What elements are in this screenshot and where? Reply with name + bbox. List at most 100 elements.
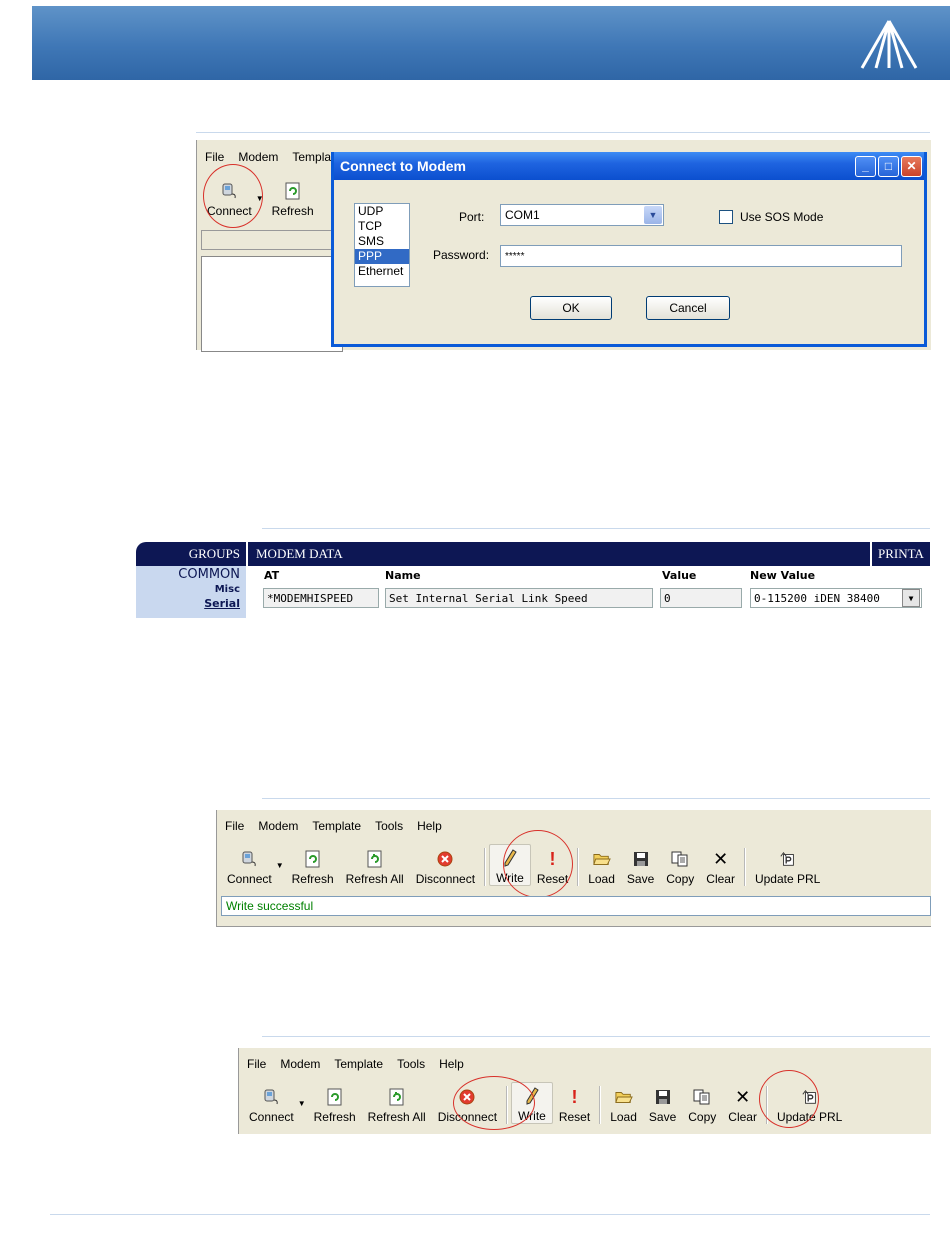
groups-column: COMMON Misc Serial xyxy=(136,566,246,618)
protocol-item-udp[interactable]: UDP xyxy=(355,204,409,219)
modem-data-header: MODEM DATA xyxy=(248,542,870,566)
app-client-area xyxy=(201,256,343,352)
floppy-disk-icon xyxy=(632,850,650,868)
clear-button[interactable]: ✕ Clear xyxy=(722,1084,763,1125)
app-menubar: File Modem Templat xyxy=(205,150,334,164)
refresh-button[interactable]: Refresh xyxy=(308,1084,362,1124)
refresh-icon xyxy=(326,1088,344,1106)
new-value-select[interactable]: 0-115200 iDEN 38400 ▼ xyxy=(750,588,922,608)
connect-label: Connect xyxy=(227,872,272,886)
protocol-item-sms[interactable]: SMS xyxy=(355,234,409,249)
group-serial[interactable]: Serial xyxy=(136,597,240,611)
menu-template[interactable]: Template xyxy=(312,819,361,833)
refresh-label: Refresh xyxy=(313,1110,356,1124)
password-field[interactable]: ***** xyxy=(500,245,902,267)
status-field xyxy=(201,230,343,250)
value-cell: 0 xyxy=(660,588,742,608)
update-prl-button[interactable]: Update PRL xyxy=(749,846,826,886)
refresh-icon xyxy=(304,850,322,868)
menu-file[interactable]: File xyxy=(225,819,244,833)
refresh-all-button[interactable]: Refresh All xyxy=(340,846,410,886)
group-common[interactable]: COMMON xyxy=(136,566,240,583)
divider-line xyxy=(262,528,930,529)
connect-button[interactable]: Connect xyxy=(243,1084,300,1124)
minimize-icon[interactable]: _ xyxy=(855,155,876,177)
refresh-button[interactable]: Refresh xyxy=(266,178,320,218)
column-header-name: Name xyxy=(385,569,421,582)
update-prl-icon xyxy=(779,850,797,868)
connect-icon xyxy=(240,850,258,868)
groups-header: GROUPS xyxy=(136,542,246,566)
screenshot-disconnect-toolbar: File Modem Template Tools Help Connect ▼… xyxy=(238,1048,931,1134)
modem-data-table: GROUPS MODEM DATA PRINTA COMMON Misc Ser… xyxy=(136,542,930,618)
ok-button[interactable]: OK xyxy=(530,296,612,320)
save-button[interactable]: Save xyxy=(643,1084,682,1124)
reset-button[interactable]: ! Reset xyxy=(553,1084,596,1125)
value-value: 0 xyxy=(664,591,671,605)
copy-button[interactable]: Copy xyxy=(682,1084,722,1124)
highlight-circle-connect xyxy=(203,164,263,228)
refresh-all-icon xyxy=(366,850,384,868)
at-command-value: *MODEMHISPEED xyxy=(267,591,354,605)
toolbar-separator xyxy=(743,848,746,886)
chevron-down-icon[interactable]: ▼ xyxy=(644,206,662,224)
protocol-item-tcp[interactable]: TCP xyxy=(355,219,409,234)
floppy-disk-icon xyxy=(654,1088,672,1106)
exclamation-icon: ! xyxy=(571,1086,578,1107)
menu-modem[interactable]: Modem xyxy=(258,819,298,833)
name-value: Set Internal Serial Link Speed xyxy=(389,591,588,605)
save-button[interactable]: Save xyxy=(621,846,660,886)
menu-template[interactable]: Templat xyxy=(292,150,334,164)
maximize-icon[interactable]: □ xyxy=(878,155,899,177)
x-mark-icon: ✕ xyxy=(713,848,729,869)
copy-icon xyxy=(671,850,689,868)
close-icon[interactable]: ✕ xyxy=(901,155,922,177)
copy-button[interactable]: Copy xyxy=(660,846,700,886)
group-misc[interactable]: Misc xyxy=(136,583,240,597)
refresh-all-button[interactable]: Refresh All xyxy=(362,1084,432,1124)
disconnect-label: Disconnect xyxy=(415,872,476,886)
update-prl-label: Update PRL xyxy=(754,872,821,886)
sos-label: Use SOS Mode xyxy=(740,210,824,224)
clear-label: Clear xyxy=(706,872,735,886)
divider-line xyxy=(262,798,930,799)
port-select[interactable]: COM1 ▼ xyxy=(500,204,664,226)
groups-header-label: GROUPS xyxy=(188,546,240,561)
menu-help[interactable]: Help xyxy=(417,819,442,833)
menu-template[interactable]: Template xyxy=(334,1057,383,1071)
menu-file[interactable]: File xyxy=(247,1057,266,1071)
refresh-button[interactable]: Refresh xyxy=(286,846,340,886)
app-toolbar: Connect ▼ Refresh Refresh All Disconnect… xyxy=(243,1082,848,1124)
refresh-label: Refresh xyxy=(271,204,314,218)
protocol-item-ethernet[interactable]: Ethernet xyxy=(355,264,409,279)
connect-dropdown-icon[interactable]: ▼ xyxy=(276,861,284,870)
menu-tools[interactable]: Tools xyxy=(397,1057,425,1071)
protocol-list[interactable]: UDP TCP SMS PPP Ethernet xyxy=(354,203,410,287)
connect-button[interactable]: Connect xyxy=(221,846,278,886)
load-button[interactable]: Load xyxy=(604,1084,643,1124)
menu-help[interactable]: Help xyxy=(439,1057,464,1071)
menu-tools[interactable]: Tools xyxy=(375,819,403,833)
status-message: Write successful xyxy=(226,899,314,913)
highlight-circle-clear xyxy=(759,1070,819,1128)
port-label: Port: xyxy=(459,210,485,224)
load-button[interactable]: Load xyxy=(582,846,621,886)
chevron-down-icon[interactable]: ▼ xyxy=(902,589,920,607)
menu-modem[interactable]: Modem xyxy=(238,150,278,164)
toolbar-separator xyxy=(599,1086,602,1124)
save-label: Save xyxy=(648,1110,677,1124)
cancel-button[interactable]: Cancel xyxy=(646,296,730,320)
disconnect-button[interactable]: Disconnect xyxy=(410,846,481,886)
connect-dropdown-icon[interactable]: ▼ xyxy=(298,1099,306,1108)
clear-button[interactable]: ✕ Clear xyxy=(700,846,741,887)
printable-header: PRINTA xyxy=(872,542,930,566)
refresh-all-label: Refresh All xyxy=(367,1110,426,1124)
menu-file[interactable]: File xyxy=(205,150,224,164)
copy-icon xyxy=(693,1088,711,1106)
protocol-item-ppp[interactable]: PPP xyxy=(355,249,409,264)
connect-label: Connect xyxy=(249,1110,294,1124)
sos-checkbox[interactable] xyxy=(719,210,733,224)
new-value-selected: 0-115200 iDEN 38400 xyxy=(754,591,880,605)
refresh-icon xyxy=(284,182,302,200)
menu-modem[interactable]: Modem xyxy=(280,1057,320,1071)
